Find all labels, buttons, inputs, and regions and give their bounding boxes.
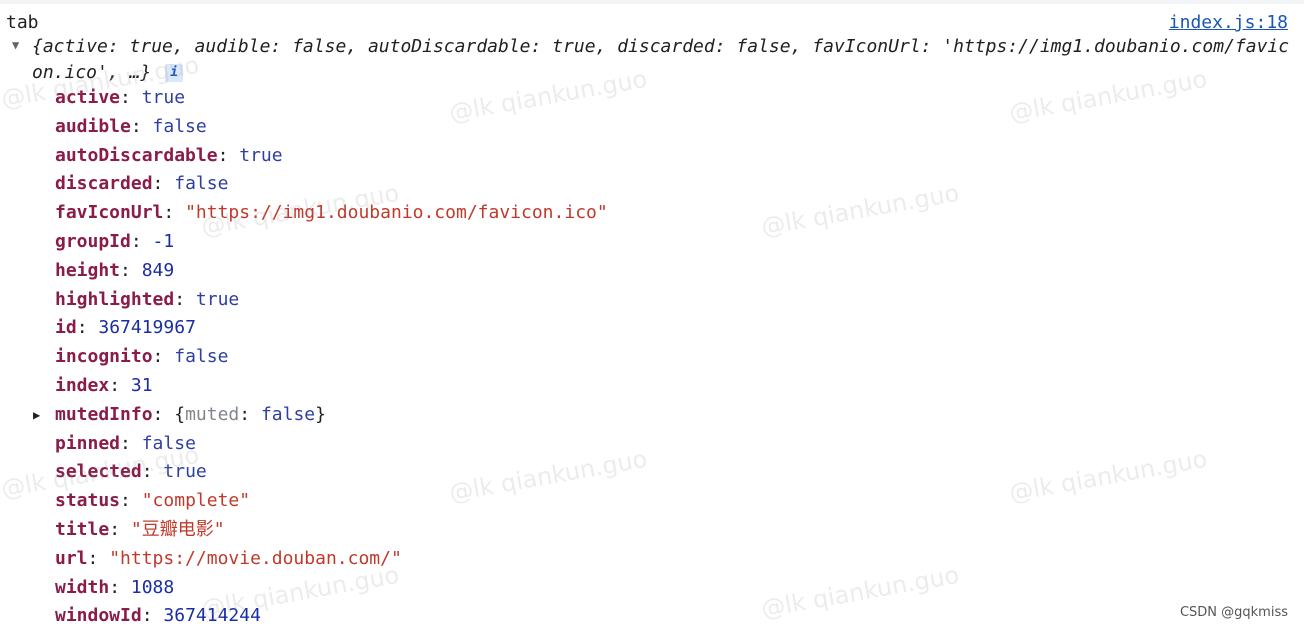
property-key: active [55, 87, 121, 108]
property-value: false [152, 115, 207, 137]
property-value: "complete" [141, 490, 251, 512]
property-key: mutedInfo [55, 403, 153, 425]
source-link[interactable]: index.js:18 [1169, 12, 1288, 33]
property-row-active: active: true [55, 87, 186, 108]
property-key: highlighted [55, 288, 175, 310]
property-key: selected [55, 461, 142, 483]
property-row-index: index: 31 [55, 374, 153, 396]
property-key: audible [55, 115, 131, 137]
property-value: 849 [141, 259, 175, 281]
property-row-mutedInfo[interactable]: ▶ mutedInfo: {muted: false} [33, 401, 608, 430]
property-row-favIconUrl: favIconUrl: "https://img1.doubanio.com/f… [55, 202, 608, 224]
caret-down-icon[interactable]: ▼ [12, 38, 26, 52]
property-key: id [55, 317, 77, 339]
property-row-incognito: incognito: false [55, 346, 229, 368]
property-row-autoDiscardable: autoDiscardable: true [55, 144, 283, 166]
property-value: 367414244 [163, 605, 261, 627]
info-icon[interactable]: i [165, 64, 184, 82]
top-border [0, 0, 1304, 4]
property-row-windowId: windowId: 367414244 [55, 605, 261, 627]
property-key: discarded [55, 173, 153, 195]
property-row-audible: audible: false [55, 115, 207, 137]
property-row-id: id: 367419967 [55, 317, 196, 339]
property-value: "豆瓣电影" [130, 518, 225, 540]
property-value: true [141, 87, 186, 108]
property-row-height: height: 849 [55, 259, 175, 281]
property-row-width: width: 1088 [55, 576, 175, 598]
property-value: true [163, 461, 207, 483]
property-value: 1088 [130, 576, 175, 598]
object-summary[interactable]: ▼ {active: true, audible: false, autoDis… [12, 34, 1292, 83]
property-value: true [239, 144, 283, 166]
watermark: @lk qiankun.guo [759, 178, 962, 242]
property-list: active: true audible: false autoDiscardabl… [33, 84, 608, 631]
property-value: false [141, 432, 196, 454]
property-key: incognito [55, 346, 153, 368]
property-value: 31 [130, 374, 153, 396]
console-log-label: tab [6, 12, 39, 33]
corner-credit: CSDN @gqkmiss [1179, 605, 1288, 620]
property-row-pinned: pinned: false [55, 432, 196, 454]
property-key: windowId [55, 605, 142, 627]
property-value: true [195, 288, 240, 310]
property-key: index [55, 374, 110, 396]
property-value: -1 [152, 230, 175, 252]
watermark: @lk qiankun.guo [1007, 444, 1210, 508]
property-key: autoDiscardable [55, 144, 218, 166]
property-row-discarded: discarded: false [55, 173, 229, 195]
property-inner-key: muted [185, 403, 240, 425]
property-value: false [174, 173, 229, 195]
property-key: status [55, 490, 121, 512]
property-row-status: status: "complete" [55, 490, 251, 512]
property-row-url: url: "https://movie.douban.com/" [55, 547, 402, 569]
property-key: height [55, 259, 121, 281]
property-value: false [174, 346, 229, 368]
property-key: width [55, 576, 110, 598]
property-key: favIconUrl [55, 202, 164, 224]
property-row-selected: selected: true [55, 461, 207, 483]
property-row-title: title: "豆瓣电影" [55, 518, 225, 540]
property-key: groupId [55, 230, 131, 252]
property-value: 367419967 [98, 317, 196, 339]
property-key: url [55, 547, 88, 569]
property-key: pinned [55, 432, 121, 454]
property-value: "https://movie.douban.com/" [109, 547, 402, 569]
object-summary-text: {active: true, audible: false, autoDisca… [32, 36, 1290, 83]
property-value: "https://img1.doubanio.com/favicon.ico" [185, 202, 608, 224]
watermark: @lk qiankun.guo [759, 560, 962, 624]
property-row-groupId: groupId: -1 [55, 230, 175, 252]
property-key: title [55, 518, 110, 540]
property-inner-value: false [260, 403, 316, 425]
property-row-highlighted: highlighted: true [55, 288, 240, 310]
caret-right-icon[interactable]: ▶ [33, 401, 40, 430]
